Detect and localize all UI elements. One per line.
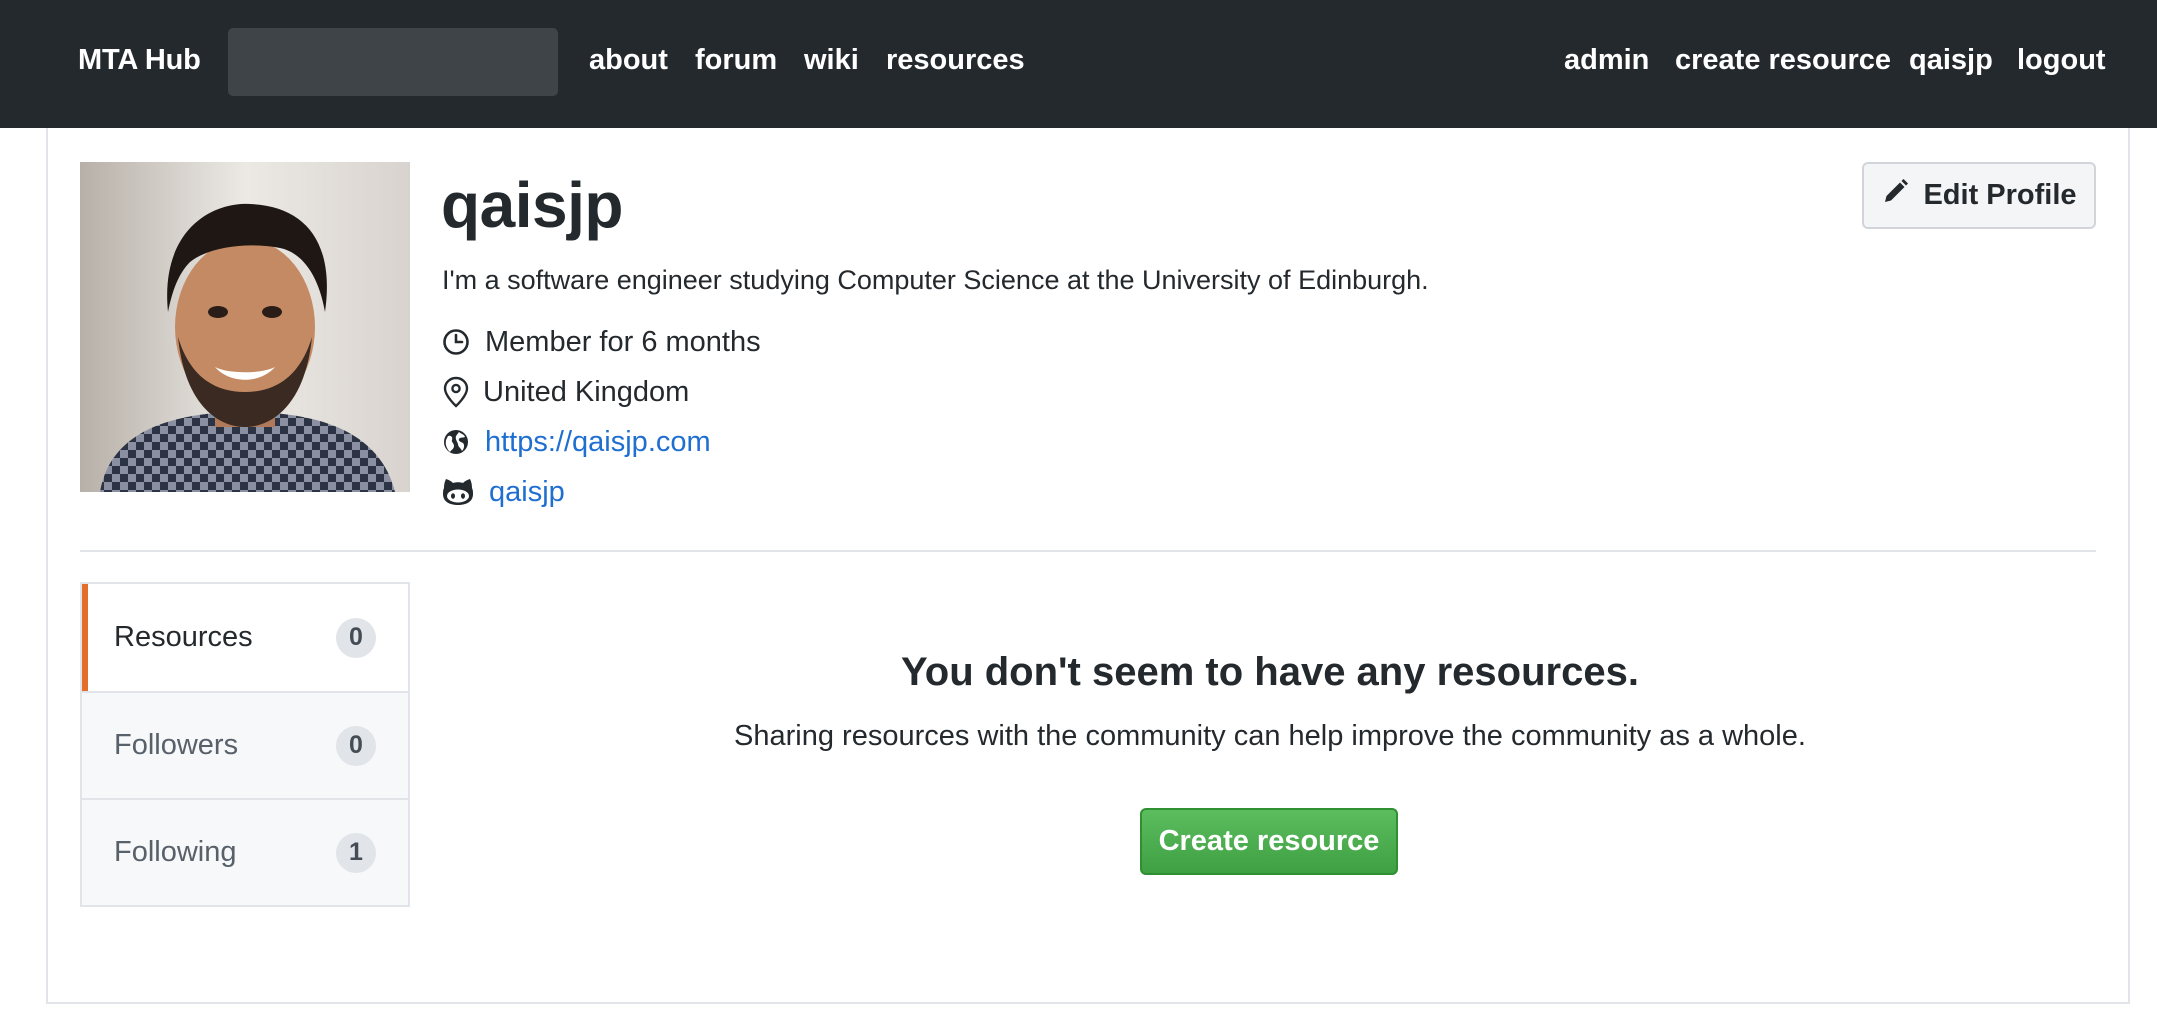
avatar-photo: [80, 162, 410, 492]
nav-link-profile[interactable]: qaisjp: [1909, 44, 1993, 77]
menu-item-label: Followers: [114, 729, 239, 761]
nav-link-about[interactable]: about: [589, 44, 668, 77]
clock-icon: [441, 327, 471, 357]
profile-side-menu: Resources 0 Followers 0 Following 1: [80, 582, 410, 907]
nav-link-admin[interactable]: admin: [1564, 44, 1649, 77]
nav-link-logout[interactable]: logout: [2017, 44, 2106, 77]
avatar: [80, 162, 410, 492]
section-divider: [80, 550, 2096, 552]
nav-link-resources[interactable]: resources: [886, 44, 1025, 77]
menu-item-followers[interactable]: Followers 0: [82, 691, 408, 798]
location-row: United Kingdom: [441, 372, 689, 412]
profile-username: qaisjp: [441, 169, 623, 241]
edit-profile-button[interactable]: Edit Profile: [1862, 162, 2096, 229]
location-text: United Kingdom: [483, 375, 690, 408]
github-row: qaisjp: [441, 472, 565, 512]
brand-logo-link[interactable]: MTA Hub: [78, 44, 201, 77]
menu-item-resources[interactable]: Resources 0: [82, 584, 408, 691]
nav-link-wiki[interactable]: wiki: [804, 44, 859, 77]
github-link[interactable]: qaisjp: [489, 476, 565, 509]
member-since-row: Member for 6 months: [441, 322, 761, 362]
location-pin-icon: [441, 376, 471, 408]
nav-link-forum[interactable]: forum: [695, 44, 777, 77]
create-resource-button[interactable]: Create resource: [1140, 808, 1398, 875]
empty-state-text: Sharing resources with the community can…: [734, 720, 1806, 752]
nav-link-create-resource[interactable]: create resource: [1675, 44, 1891, 77]
menu-item-label: Following: [114, 836, 237, 868]
edit-profile-label: Edit Profile: [1923, 179, 2077, 211]
github-icon: [441, 477, 475, 507]
menu-item-label: Resources: [114, 621, 253, 653]
profile-bio: I'm a software engineer studying Compute…: [442, 265, 1429, 295]
counter-badge: 0: [336, 617, 376, 658]
top-navbar: MTA Hub about forum wiki resources admin…: [0, 0, 2157, 128]
website-row: https://qaisjp.com: [441, 422, 711, 462]
pencil-icon: [1881, 178, 1909, 214]
counter-badge: 0: [336, 725, 376, 766]
member-since-text: Member for 6 months: [485, 325, 761, 358]
counter-badge: 1: [336, 832, 376, 873]
menu-item-following[interactable]: Following 1: [82, 798, 408, 905]
search-input[interactable]: [228, 28, 558, 96]
globe-icon: [441, 427, 471, 457]
website-link[interactable]: https://qaisjp.com: [485, 426, 711, 459]
empty-state-title: You don't seem to have any resources.: [901, 650, 1639, 694]
